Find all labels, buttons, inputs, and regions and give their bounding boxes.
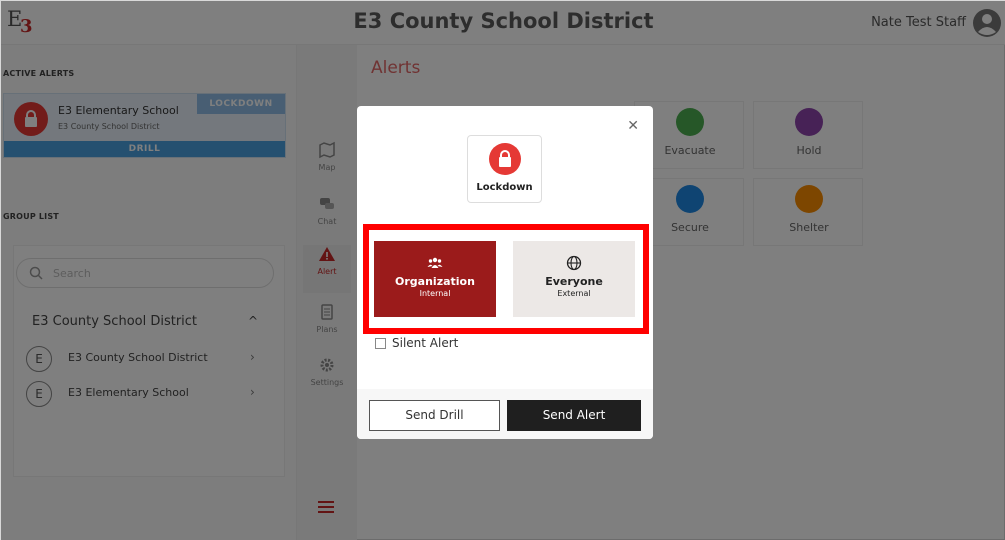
audience-subtitle: External [557,289,591,298]
alert-type-label: Lockdown [476,182,533,193]
audience-subtitle: Internal [419,289,451,298]
selected-alert-card: Lockdown [467,135,542,203]
group-icon [427,257,443,268]
send-drill-button[interactable]: Send Drill [369,400,500,431]
silent-alert-label: Silent Alert [392,336,459,350]
audience-organization-button[interactable]: Organization Internal [374,241,496,317]
send-alert-button[interactable]: Send Alert [507,400,641,431]
audience-title: Everyone [545,275,603,288]
close-icon[interactable]: ✕ [627,118,639,134]
lock-icon [489,143,521,175]
silent-alert-checkbox[interactable] [375,338,386,349]
audience-everyone-button[interactable]: Everyone External [513,241,635,317]
app-window: E 3 E3 County School District Nate Test … [0,0,1005,540]
audience-title: Organization [395,275,475,288]
send-alert-modal: ✕ Lockdown Organization Internal Everyon… [357,106,653,439]
globe-icon [566,255,582,271]
modal-footer: Send Drill Send Alert [357,389,653,439]
